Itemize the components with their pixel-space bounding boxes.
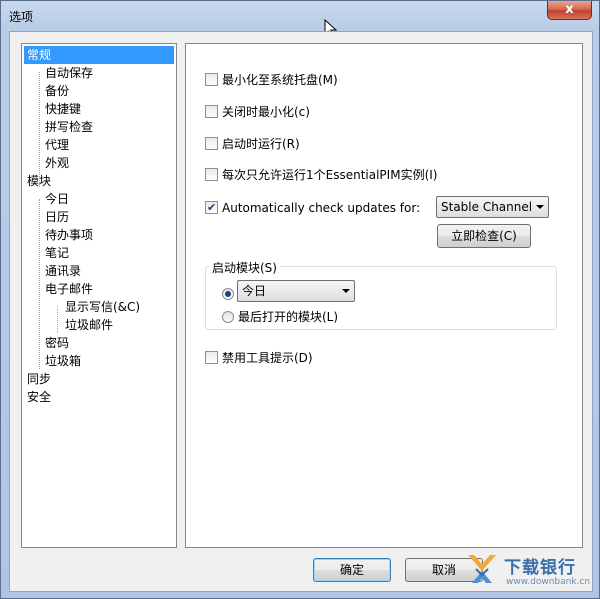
general-settings-panel: 最小化至系统托盘(M) 关闭时最小化(c) 启动时运行(R) 每次只允许运行1个… <box>185 43 583 548</box>
tree-line <box>39 199 40 369</box>
tree-line <box>39 72 40 187</box>
chevron-down-icon <box>536 205 544 209</box>
last-opened-module-label: 最后打开的模块(L) <box>238 310 339 324</box>
tree-item-general[interactable]: 常规 <box>24 46 174 64</box>
auto-check-updates-label: Automatically check updates for: <box>222 201 421 215</box>
tree-item-security[interactable]: 安全 <box>24 388 54 406</box>
tree-item-contacts[interactable]: 通讯录 <box>42 262 84 280</box>
tree-item-modules[interactable]: 模块 <box>24 172 54 190</box>
chevron-down-icon <box>342 289 350 293</box>
tree-line <box>57 306 58 333</box>
tree-item-passwords[interactable]: 密码 <box>42 334 72 352</box>
auto-check-updates-option[interactable]: Automatically check updates for: <box>205 200 420 216</box>
title-bar[interactable]: 选项 x <box>1 1 599 39</box>
site-watermark: 下载银行 www.downbank.cn <box>466 549 596 594</box>
last-opened-module-radio[interactable] <box>222 311 234 323</box>
startup-module-select[interactable]: 今日 <box>237 280 355 302</box>
minimize-on-close-checkbox[interactable] <box>205 105 218 118</box>
tree-item-appearance[interactable]: 外观 <box>42 154 72 172</box>
run-on-startup-label: 启动时运行(R) <box>222 137 300 151</box>
tree-item-proxy[interactable]: 代理 <box>42 136 72 154</box>
downbank-logo-icon <box>468 555 496 583</box>
tree-item-tasks[interactable]: 待办事项 <box>42 226 96 244</box>
tree-item-spellcheck[interactable]: 拼写检查 <box>42 118 96 136</box>
run-on-startup-option[interactable]: 启动时运行(R) <box>205 136 300 152</box>
ok-button[interactable]: 确定 <box>313 558 391 582</box>
single-instance-option[interactable]: 每次只允许运行1个EssentialPIM实例(I) <box>205 167 437 183</box>
update-channel-value: Stable Channel <box>441 200 533 214</box>
tree-item-sync[interactable]: 同步 <box>24 370 54 388</box>
update-channel-select[interactable]: Stable Channel <box>436 196 549 218</box>
startup-module-value: 今日 <box>242 284 267 298</box>
tree-item-compose[interactable]: 显示写信(&C) <box>62 298 143 316</box>
tree-item-spam[interactable]: 垃圾邮件 <box>62 316 116 334</box>
watermark-url: www.downbank.cn <box>506 577 591 587</box>
disable-tooltips-label: 禁用工具提示(D) <box>222 351 313 365</box>
startup-module-radio-option[interactable] <box>222 286 238 302</box>
startup-module-group-title: 启动模块(S) <box>209 259 280 276</box>
tree-item-calendar[interactable]: 日历 <box>42 208 72 226</box>
options-dialog: 选项 x 常规 自动保存 备份 快捷键 拼写检查 代理 外观 模块 今日 日历 … <box>0 0 600 599</box>
disable-tooltips-option[interactable]: 禁用工具提示(D) <box>205 350 313 366</box>
tree-item-hotkeys[interactable]: 快捷键 <box>42 100 84 118</box>
minimize-to-tray-checkbox[interactable] <box>205 73 218 86</box>
window-title: 选项 <box>9 10 34 24</box>
disable-tooltips-checkbox[interactable] <box>205 351 218 364</box>
tree-item-email[interactable]: 电子邮件 <box>42 280 96 298</box>
category-tree[interactable]: 常规 自动保存 备份 快捷键 拼写检查 代理 外观 模块 今日 日历 待办事项 … <box>21 43 177 548</box>
minimize-on-close-label: 关闭时最小化(c) <box>222 105 310 119</box>
tree-item-backup[interactable]: 备份 <box>42 82 72 100</box>
last-opened-module-option[interactable]: 最后打开的模块(L) <box>222 309 338 325</box>
auto-check-updates-checkbox[interactable] <box>205 200 218 216</box>
minimize-to-tray-label: 最小化至系统托盘(M) <box>222 73 338 87</box>
close-button[interactable]: x <box>547 1 592 20</box>
tree-item-trash[interactable]: 垃圾箱 <box>42 352 84 370</box>
watermark-name: 下载银行 <box>504 558 576 578</box>
single-instance-label: 每次只允许运行1个EssentialPIM实例(I) <box>222 168 438 182</box>
dialog-body: 常规 自动保存 备份 快捷键 拼写检查 代理 外观 模块 今日 日历 待办事项 … <box>9 31 593 592</box>
single-instance-checkbox[interactable] <box>205 168 218 181</box>
minimize-on-close-option[interactable]: 关闭时最小化(c) <box>205 104 310 120</box>
tree-item-autosave[interactable]: 自动保存 <box>42 64 96 82</box>
tree-item-notes[interactable]: 笔记 <box>42 244 72 262</box>
tree-item-today[interactable]: 今日 <box>42 190 72 208</box>
check-now-button[interactable]: 立即检查(C) <box>437 224 531 248</box>
minimize-to-tray-option[interactable]: 最小化至系统托盘(M) <box>205 72 338 88</box>
run-on-startup-checkbox[interactable] <box>205 137 218 150</box>
startup-module-radio[interactable] <box>222 288 234 300</box>
